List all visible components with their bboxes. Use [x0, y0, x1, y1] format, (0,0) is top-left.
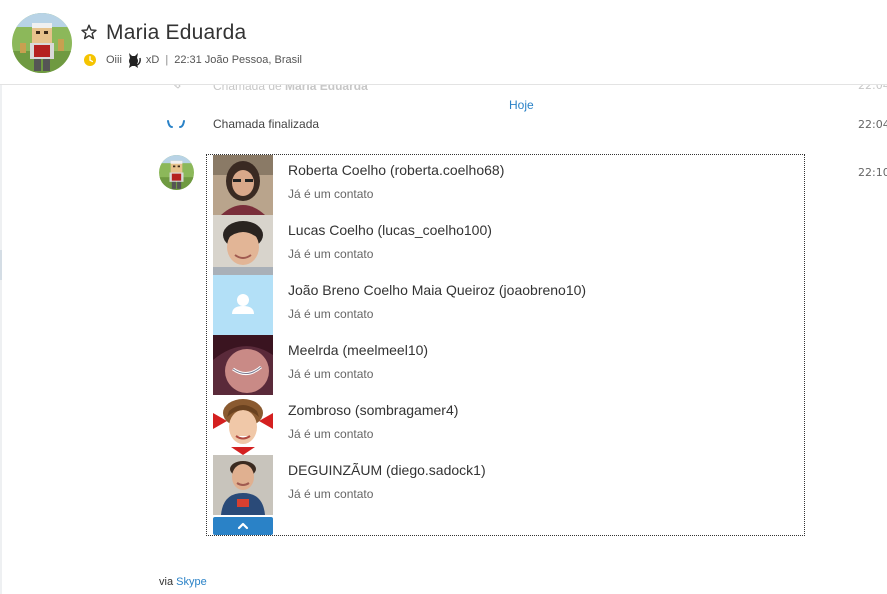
contact-item[interactable]: Zombroso (sombragamer4) Já é um contato — [213, 395, 773, 455]
contact-photo — [213, 455, 273, 515]
local-time-location: 22:31 João Pessoa, Brasil — [174, 54, 303, 66]
date-separator: Hoje — [509, 98, 534, 112]
call-ended-icon — [167, 120, 185, 128]
via-label: via — [159, 576, 174, 588]
contact-status: Já é um contato — [288, 247, 374, 261]
edge-marker — [0, 250, 2, 280]
contact-name: Maria Eduarda — [106, 21, 247, 44]
contact-photo — [213, 155, 273, 215]
favorite-star-icon[interactable] — [81, 24, 97, 40]
via-skype-footer: via Skype — [159, 576, 207, 588]
contact-status: Já é um contato — [288, 487, 374, 501]
contact-item[interactable]: Meelrda (meelmeel10) Já é um contato — [213, 335, 773, 395]
contact-item[interactable]: DEGUINZÃUM (diego.sadock1) Já é um conta… — [213, 455, 773, 515]
contact-photo — [213, 395, 273, 455]
mood-status-row: Oiii xD | 22:31 João Pessoa, Brasil — [84, 51, 302, 69]
shared-contacts-card: Roberta Coelho (roberta.coelho68) Já é u… — [206, 154, 805, 536]
contact-status: Já é um contato — [288, 187, 374, 201]
default-avatar-icon — [213, 275, 273, 335]
cat-emoticon-icon — [128, 53, 141, 68]
mood-text: Oiii — [106, 54, 122, 66]
call-ended-time: 22:04 — [858, 118, 887, 131]
contact-name: Meelrda (meelmeel10) — [288, 342, 429, 358]
contact-photo — [213, 215, 273, 275]
call-ended-text: Chamada finalizada — [213, 117, 320, 131]
contact-name: Zombroso (sombragamer4) — [288, 402, 459, 418]
contact-photo — [213, 335, 273, 395]
contact-item[interactable]: Lucas Coelho (lucas_coelho100) Já é um c… — [213, 215, 773, 275]
mood-separator: | — [165, 54, 169, 66]
chevron-up-icon — [237, 522, 249, 530]
mood-text-suffix: xD — [145, 54, 160, 66]
contact-photo — [213, 275, 273, 335]
message-time: 22:10 — [858, 166, 887, 179]
contact-item[interactable]: João Breno Coelho Maia Queiroz (joaobren… — [213, 275, 773, 335]
skype-link[interactable]: Skype — [176, 576, 207, 588]
contact-status: Já é um contato — [288, 307, 374, 321]
contact-name: DEGUINZÃUM (diego.sadock1) — [288, 462, 486, 478]
away-status-icon — [84, 54, 96, 66]
contact-name: João Breno Coelho Maia Queiroz (joaobren… — [288, 282, 587, 298]
sender-avatar[interactable] — [159, 155, 194, 190]
contact-name: Roberta Coelho (roberta.coelho68) — [288, 162, 505, 178]
contact-status: Já é um contato — [288, 367, 374, 381]
contact-item[interactable]: Roberta Coelho (roberta.coelho68) Já é u… — [213, 155, 773, 215]
conversation-header: Maria Eduarda Oiii xD | 22:31 João Pesso… — [0, 0, 887, 85]
call-ended-row: Chamada finalizada 22:04 — [0, 117, 887, 133]
contact-name: Lucas Coelho (lucas_coelho100) — [288, 222, 492, 238]
contact-avatar[interactable] — [12, 13, 72, 73]
collapse-list-button[interactable] — [213, 517, 273, 535]
contact-status: Já é um contato — [288, 427, 374, 441]
